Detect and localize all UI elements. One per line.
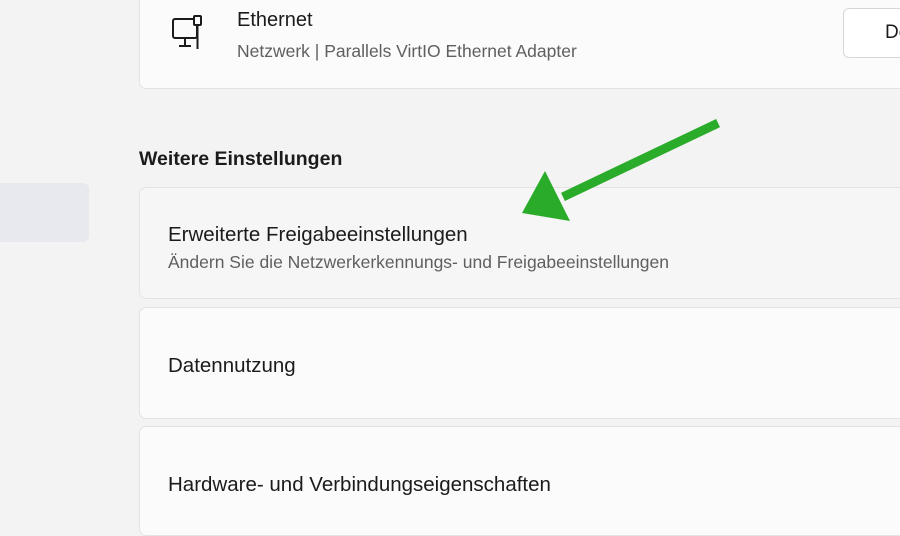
ethernet-subtitle: Netzwerk | Parallels VirtIO Ethernet Ada… xyxy=(237,41,577,61)
ethernet-title: Ethernet xyxy=(237,9,313,31)
sidebar-selected-item[interactable] xyxy=(0,183,89,242)
ethernet-monitor-icon xyxy=(172,15,202,49)
hardware-properties-title: Hardware- und Verbindungseigenschaften xyxy=(168,473,551,496)
data-usage-item[interactable]: Datennutzung xyxy=(139,307,900,419)
section-header: Weitere Einstellungen xyxy=(139,148,343,170)
hardware-properties-item[interactable]: Hardware- und Verbindungseigenschaften xyxy=(139,426,900,536)
advanced-sharing-settings-item[interactable]: Erweiterte Freigabeeinstellungen Ändern … xyxy=(139,187,900,299)
disable-button[interactable]: Deaktivieren xyxy=(843,8,900,58)
data-usage-title: Datennutzung xyxy=(168,354,296,377)
ethernet-adapter-card[interactable]: Ethernet Netzwerk | Parallels VirtIO Eth… xyxy=(139,0,900,89)
advanced-sharing-title: Erweiterte Freigabeeinstellungen xyxy=(168,223,468,246)
advanced-sharing-subtitle: Ändern Sie die Netzwerkerkennungs- und F… xyxy=(168,252,670,272)
